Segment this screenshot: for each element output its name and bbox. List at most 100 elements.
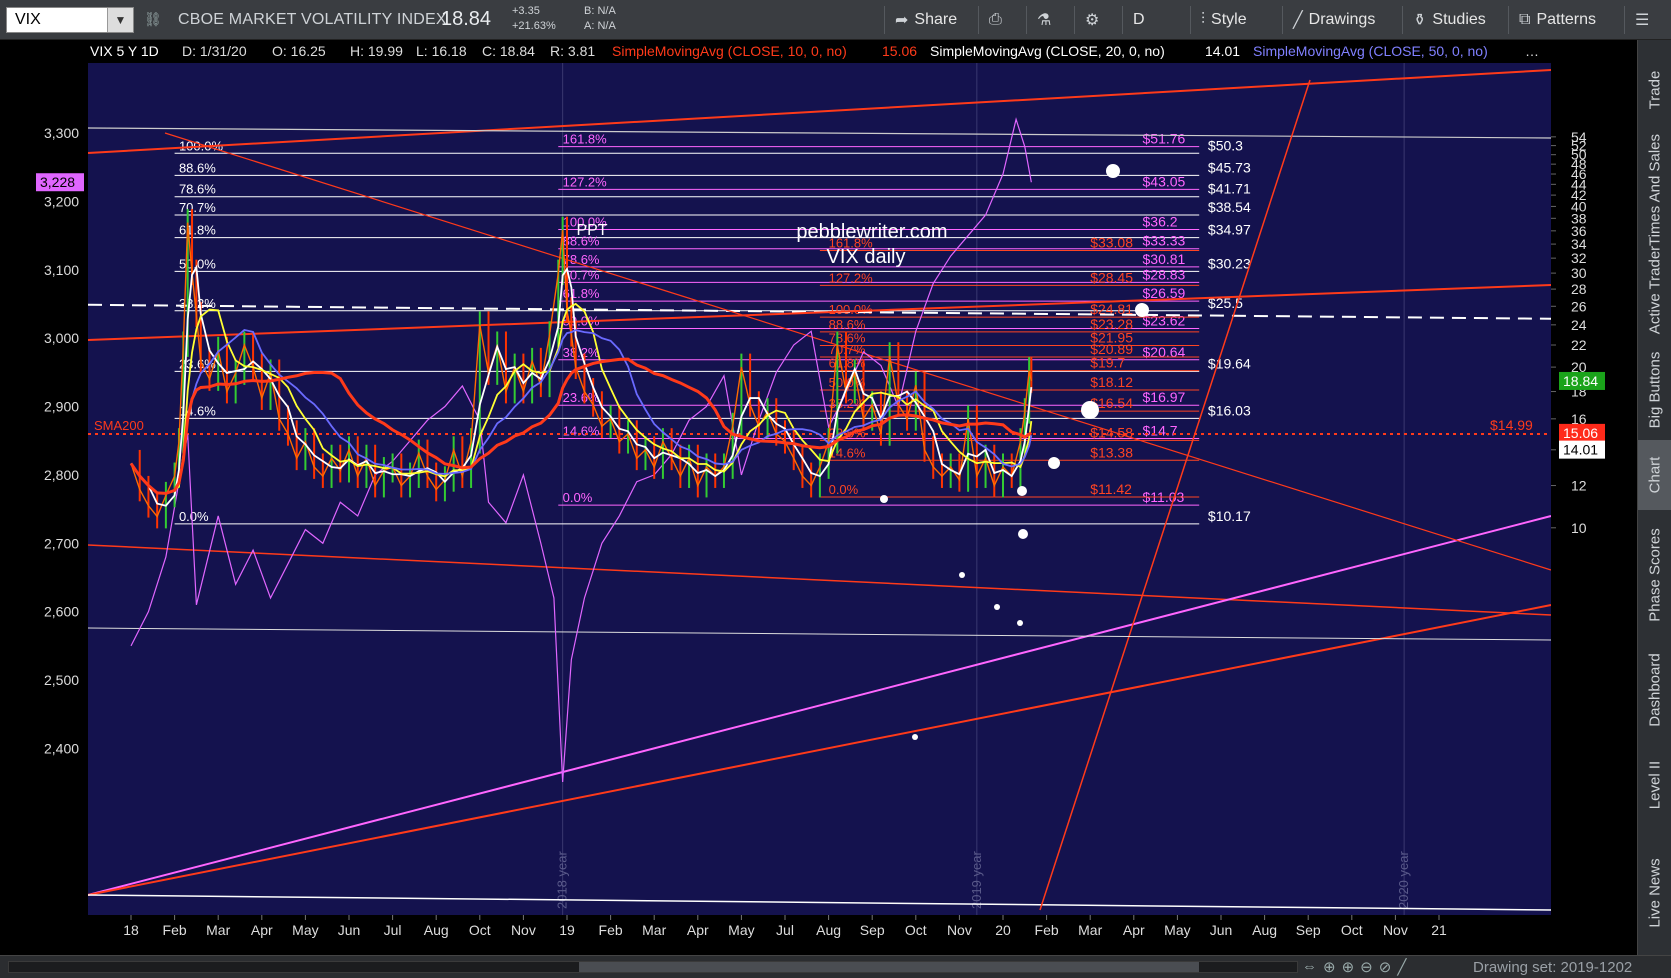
fib-price-label: $14.7 [1143, 422, 1178, 438]
change-pct: +21.63% [512, 20, 556, 32]
patterns-button[interactable]: ⧉ Patterns [1508, 6, 1606, 34]
x-tick-label: May [292, 922, 318, 938]
more-studies-ellipsis[interactable]: … [1525, 43, 1539, 59]
sma20-value: 14.01 [1205, 43, 1240, 59]
y-left-tick-label: 2,800 [44, 467, 79, 483]
y-right-tick-label: 30 [1571, 265, 1587, 281]
bar-open: O: 16.25 [272, 43, 326, 59]
side-tab-times-and-sales[interactable]: Times And Sales [1638, 134, 1671, 246]
fib-price-label: $19.7 [1090, 355, 1125, 371]
y-right-tick-label: 12 [1571, 478, 1587, 494]
sma10-value: 15.06 [882, 43, 917, 59]
fib-price-label: $41.71 [1208, 181, 1251, 197]
fib-pct-label: 61.8% [563, 286, 600, 301]
style-label: Style [1211, 11, 1247, 28]
fib-price-label: $34.97 [1208, 222, 1251, 238]
x-tick-label: Nov [511, 922, 536, 938]
flask-button[interactable]: ⚗ [1026, 6, 1061, 34]
candles-icon: ⫶ [1201, 11, 1206, 28]
x-tick-label: Apr [1123, 922, 1145, 938]
chart-svg[interactable]: 2018 year2019 year2020 year 100.0%$50.38… [0, 40, 1637, 955]
side-tab-label: Live News [1646, 857, 1664, 928]
fib-price-label: $45.73 [1208, 159, 1251, 175]
side-tab-label: Times And Sales [1646, 134, 1664, 246]
y-left-tick-label: 2,400 [44, 740, 79, 756]
chart-area[interactable]: 2018 year2019 year2020 year 100.0%$50.38… [0, 40, 1671, 955]
horizontal-scrollbar[interactable] [8, 961, 1298, 973]
chevron-down-icon[interactable]: ▼ [107, 8, 133, 32]
fib-price-label: $19.64 [1208, 355, 1251, 371]
studies-button[interactable]: ⚱ Studies [1402, 6, 1496, 34]
fib-price-label: $38.54 [1208, 199, 1251, 215]
screenshot-button[interactable]: ⎙ [978, 6, 1012, 34]
expand-icon[interactable]: ⇔ [1302, 958, 1317, 976]
side-tab-active-trader[interactable]: Active Trader [1638, 240, 1671, 340]
fib-pct-label: 100.0% [829, 302, 874, 317]
x-tick-label: 19 [559, 922, 575, 938]
zoom-in-icon[interactable]: ⊕ [1342, 958, 1355, 976]
aggregation-button[interactable]: D [1122, 6, 1155, 34]
drawings-button[interactable]: ╱ Drawings [1282, 6, 1385, 34]
target-circle [1017, 486, 1027, 496]
crosshair-icon[interactable]: ⊕ [1323, 958, 1336, 976]
symbol-text: VIX [15, 11, 41, 28]
menu-button[interactable]: ☰ [1624, 6, 1659, 34]
toolbar: VIX ▼ ⛓ CBOE MARKET VOLATILITY INDEX 18.… [0, 0, 1671, 40]
fib-price-label: $43.05 [1143, 173, 1186, 189]
x-tick-label: May [728, 922, 754, 938]
side-tab-label: Level II [1646, 760, 1664, 810]
y-right-tick-label: 22 [1571, 337, 1587, 353]
fib-pct-label: 50.0% [179, 256, 216, 271]
side-tab-live-news[interactable]: Live News [1638, 830, 1671, 955]
draw-icon[interactable]: ╱ [1397, 958, 1406, 976]
watermark-site: pebblewriter.com [796, 221, 947, 243]
x-tick-label: Jun [338, 922, 361, 938]
zoom-reset-icon[interactable]: ⊘ [1379, 958, 1392, 976]
x-tick-label: Feb [599, 922, 623, 938]
price-badge-value: 14.01 [1563, 442, 1598, 458]
side-tab-label: Trade [1646, 70, 1664, 110]
side-tab-label: Active Trader [1646, 245, 1664, 335]
bar-range: R: 3.81 [550, 43, 595, 59]
fib-price-label: $11.42 [1090, 481, 1132, 497]
symbol-input[interactable]: VIX ▼ [6, 7, 134, 33]
fib-pct-label: 0.0% [829, 482, 859, 497]
scroll-thumb[interactable] [579, 962, 1199, 972]
x-tick-label: Aug [816, 922, 841, 938]
aggregation-label: D [1133, 11, 1145, 28]
style-button[interactable]: ⫶ Style [1190, 6, 1257, 34]
zoom-controls: ⇔ ⊕ ⊕ ⊖ ⊘ ╱ [1302, 958, 1406, 976]
target-circle [994, 604, 1000, 610]
y-right-tick-label: 24 [1571, 317, 1587, 333]
y-right-tick-label: 26 [1571, 298, 1587, 314]
y-left-tick-label: 3,100 [44, 262, 79, 278]
y-left-tick-label: 3,300 [44, 125, 79, 141]
side-tab-label: Phase Scores [1646, 528, 1664, 622]
spx-current-value: 3,228 [40, 174, 75, 190]
side-tab-big-buttons[interactable]: Big Buttons [1638, 340, 1671, 440]
fib-price-label: $16.03 [1208, 402, 1251, 418]
camera-icon: ⎙ [989, 11, 1002, 28]
share-icon: ➦ [895, 12, 909, 29]
fib-pct-label: 0.0% [179, 509, 209, 524]
side-tab-dashboard[interactable]: Dashboard [1638, 640, 1671, 740]
side-tab-phase-scores[interactable]: Phase Scores [1638, 510, 1671, 640]
fib-price-label: $30.81 [1143, 251, 1186, 267]
x-tick-label: Feb [163, 922, 187, 938]
fib-price-label: $36.2 [1143, 214, 1178, 230]
fib-pct-label: 127.2% [563, 174, 608, 189]
fib-price-label: $18.12 [1090, 374, 1133, 390]
settings-button[interactable]: ⚙ [1074, 6, 1109, 34]
side-tab-trade[interactable]: Trade [1638, 40, 1671, 140]
fib-price-label: $16.97 [1143, 389, 1186, 405]
side-tab-level-ii[interactable]: Level II [1638, 740, 1671, 830]
side-tab-label: Big Buttons [1646, 351, 1664, 429]
share-button[interactable]: ➦ Share [884, 6, 967, 34]
link-icon[interactable]: ⛓ [144, 11, 162, 29]
zoom-out-icon[interactable]: ⊖ [1360, 958, 1373, 976]
patterns-label: Patterns [1536, 11, 1597, 28]
flask-icon: ⚗ [1037, 12, 1052, 29]
side-tab-chart[interactable]: Chart [1638, 440, 1671, 510]
fib-pct-label: 23.6% [563, 390, 600, 405]
target-circle [1081, 401, 1099, 419]
